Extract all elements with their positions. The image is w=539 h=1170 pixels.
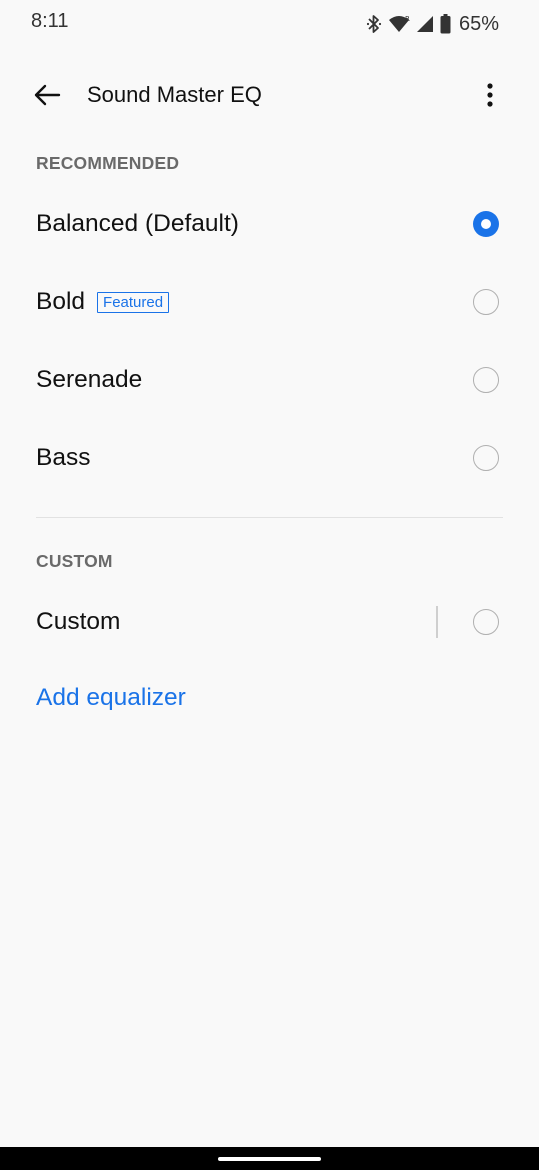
navigation-bar	[0, 1147, 539, 1170]
radio-balanced[interactable]	[473, 211, 499, 237]
battery-percentage: 65%	[458, 12, 499, 35]
radio-bass[interactable]	[473, 445, 499, 471]
option-label: Balanced (Default)	[36, 210, 239, 237]
bluetooth-icon	[366, 15, 382, 33]
signal-icon	[416, 16, 433, 32]
wifi-icon: R	[388, 15, 410, 32]
svg-text:R: R	[405, 15, 410, 23]
option-balanced[interactable]: Balanced (Default)	[0, 185, 539, 263]
option-bold[interactable]: Bold Featured	[0, 263, 539, 341]
status-icons: R 65%	[366, 12, 499, 36]
more-options-button[interactable]	[465, 70, 515, 120]
custom-section-header: CUSTOM	[36, 551, 113, 571]
home-gesture-handle[interactable]	[218, 1157, 321, 1161]
add-equalizer-link[interactable]: Add equalizer	[36, 684, 186, 712]
vertical-divider	[436, 606, 438, 638]
radio-bold[interactable]	[473, 289, 499, 315]
status-time: 8:11	[31, 10, 69, 32]
radio-serenade[interactable]	[473, 367, 499, 393]
app-bar: Sound Master EQ	[0, 64, 539, 126]
status-bar: 8:11 R 65%	[0, 0, 539, 48]
section-divider	[36, 517, 503, 518]
option-label: Serenade	[36, 366, 143, 393]
option-label: Bold Featured	[36, 288, 170, 316]
option-label: Custom	[36, 608, 121, 635]
back-button[interactable]	[22, 70, 72, 120]
page-title: Sound Master EQ	[87, 82, 262, 107]
recommended-section-header: RECOMMENDED	[36, 153, 180, 173]
more-vert-icon	[487, 83, 493, 107]
option-custom[interactable]: Custom	[0, 583, 539, 661]
battery-icon	[440, 14, 451, 34]
radio-custom[interactable]	[473, 609, 499, 635]
option-label: Bass	[36, 444, 91, 471]
option-serenade[interactable]: Serenade	[0, 341, 539, 419]
arrow-back-icon	[34, 84, 61, 106]
featured-badge: Featured	[97, 291, 170, 313]
option-bass[interactable]: Bass	[0, 419, 539, 497]
